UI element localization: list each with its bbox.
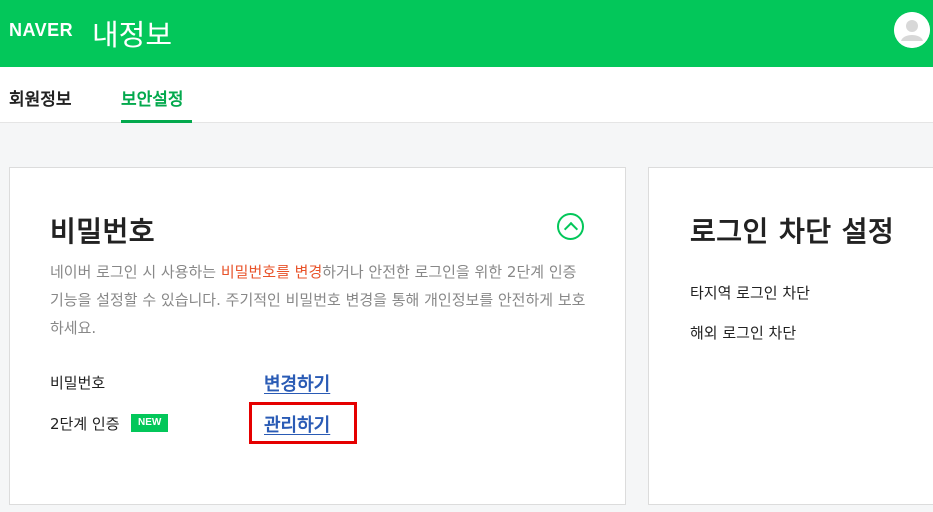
login-block-item-overseas[interactable]: 해외 로그인 차단 xyxy=(690,322,796,343)
top-header: NAVER 내정보 xyxy=(0,0,933,67)
user-avatar-icon[interactable] xyxy=(894,12,930,48)
tab-security-settings[interactable]: 보안설정 xyxy=(121,85,184,110)
tab-bar: 회원정보 보안설정 xyxy=(0,67,933,123)
description-highlight: 비밀번호를 변경 xyxy=(220,263,323,281)
password-card-description: 네이버 로그인 시 사용하는 비밀번호를 변경하거나 안전한 로그인을 위한 2… xyxy=(50,263,586,337)
password-card-title: 비밀번호 xyxy=(50,215,156,248)
annotation-highlight-box xyxy=(249,402,357,444)
new-badge: NEW xyxy=(131,414,169,432)
login-block-title: 로그인 차단 설정 xyxy=(690,215,895,248)
password-card: 비밀번호 네이버 로그인 시 사용하는 비밀번호를 변경하거나 안전한 로그인을… xyxy=(9,167,626,505)
change-password-link[interactable]: 변경하기 xyxy=(264,370,330,396)
active-tab-indicator xyxy=(121,120,192,123)
tab-member-info[interactable]: 회원정보 xyxy=(9,85,72,110)
naver-logo[interactable]: NAVER xyxy=(9,20,73,41)
login-block-item-region[interactable]: 타지역 로그인 차단 xyxy=(690,282,810,303)
login-block-card: 로그인 차단 설정 타지역 로그인 차단 해외 로그인 차단 xyxy=(648,167,933,505)
chevron-up-circle-icon[interactable] xyxy=(557,213,584,240)
two-step-auth-label: 2단계 인증 xyxy=(50,415,120,433)
service-title[interactable]: 내정보 xyxy=(92,12,172,54)
password-row-label: 비밀번호 xyxy=(50,374,106,392)
